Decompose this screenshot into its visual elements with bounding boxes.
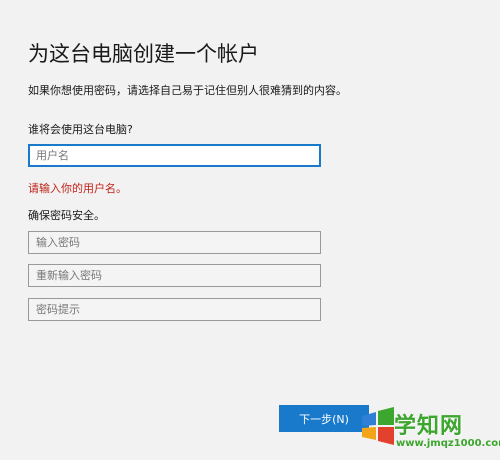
username-error-message: 请输入你的用户名。 (28, 182, 127, 195)
page-title: 为这台电脑创建一个帐户 (28, 42, 259, 66)
create-account-page: 为这台电脑创建一个帐户 如果你想使用密码，请选择自己易于记住但别人很难猜到的内容… (0, 0, 500, 460)
password-input[interactable] (28, 231, 321, 254)
password-hint-input[interactable] (28, 298, 321, 321)
password-section-label: 确保密码安全。 (28, 209, 105, 222)
user-section-label: 谁将会使用这台电脑? (28, 123, 133, 136)
windows-logo-icon (362, 407, 394, 445)
watermark-url: www.jmqz1000.com (396, 438, 500, 449)
confirm-password-input[interactable] (28, 264, 321, 287)
watermark-name: 学知网 (394, 414, 464, 439)
username-input[interactable] (28, 144, 321, 167)
page-subtitle: 如果你想使用密码，请选择自己易于记住但别人很难猜到的内容。 (28, 84, 347, 97)
watermark: 学知网 www.jmqz1000.com (352, 398, 500, 458)
